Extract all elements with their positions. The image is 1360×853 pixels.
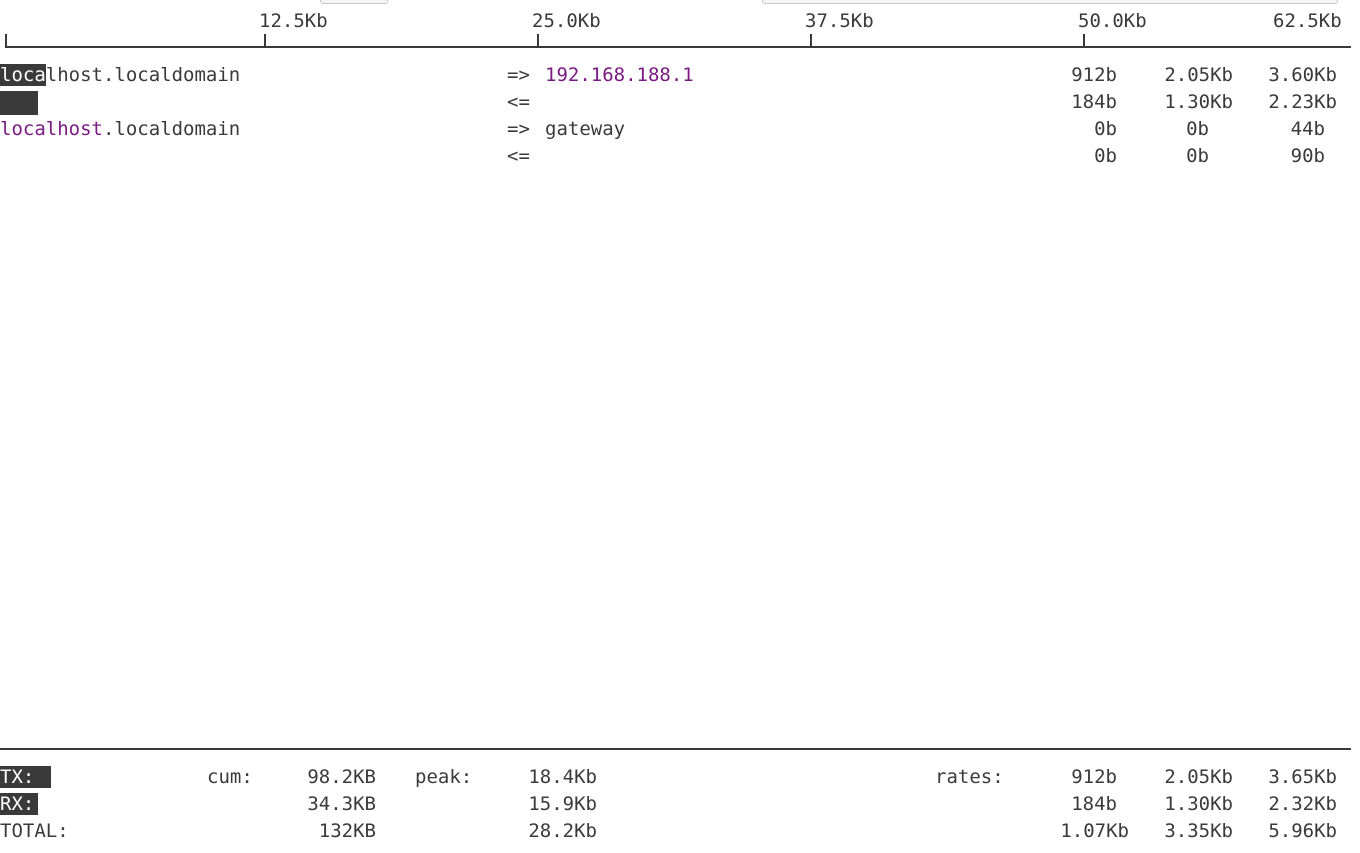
window-tab-edge-right — [762, 0, 1338, 4]
scale-axis-line — [5, 46, 1351, 48]
out-arrow: => — [507, 64, 530, 86]
scale-tick-mark — [537, 34, 539, 47]
out-arrow: => — [507, 118, 530, 140]
source-host: localhost.localdomain — [0, 118, 241, 140]
rx-rate-40s: 2.32Kb — [1268, 793, 1337, 815]
rx-cum-value: 34.3KB — [307, 793, 376, 815]
rx-rate-10s: 1.30Kb — [1164, 793, 1233, 815]
cum-label: cum: — [207, 766, 253, 788]
scale-tick-mark — [1083, 34, 1085, 47]
total-rate-2s: 1.07Kb — [1060, 820, 1129, 842]
in-arrow: <= — [507, 91, 530, 113]
total-cum-value: 132KB — [318, 820, 376, 842]
total-rate-40s: 5.96Kb — [1268, 820, 1337, 842]
rate-10s: 0b — [1186, 118, 1209, 140]
scale-tick-label: 50.0Kb — [1078, 10, 1147, 32]
tx-cum-value: 98.2KB — [307, 766, 376, 788]
rate-2s: 0b — [1094, 145, 1117, 167]
total-peak-value: 28.2Kb — [528, 820, 597, 842]
scale-tick-label: 62.5Kb — [1273, 10, 1342, 32]
scale-tick-mark — [264, 34, 266, 47]
in-arrow: <= — [507, 145, 530, 167]
total-label: TOTAL: — [0, 820, 69, 842]
dest-host: gateway — [545, 118, 626, 140]
rate-40s: 44b — [1290, 118, 1325, 140]
window-tab-edge-left — [320, 0, 388, 4]
tx-rate-10s: 2.05Kb — [1164, 766, 1233, 788]
dest-host: 192.168.188.1 — [545, 64, 694, 86]
rate-40s: 90b — [1290, 145, 1325, 167]
rx-rate-2s: 184b — [1071, 793, 1117, 815]
rate-2s: 912b — [1071, 64, 1117, 86]
source-host: localhost.localdomain — [0, 64, 241, 86]
scale-tick-label: 25.0Kb — [532, 10, 601, 32]
total-rate-10s: 3.35Kb — [1164, 820, 1233, 842]
tx-rate-40s: 3.65Kb — [1268, 766, 1337, 788]
rate-2s: 0b — [1094, 118, 1117, 140]
scale-tick-mark — [5, 34, 7, 47]
tx-peak-value: 18.4Kb — [528, 766, 597, 788]
scale-tick-label: 37.5Kb — [805, 10, 874, 32]
tx-rate-2s: 912b — [1071, 766, 1117, 788]
rate-40s: 3.60Kb — [1268, 64, 1337, 86]
totals-divider — [0, 748, 1351, 750]
tx-label: TX: — [0, 766, 51, 788]
rate-40s: 2.23Kb — [1268, 91, 1337, 113]
rate-10s: 1.30Kb — [1164, 91, 1233, 113]
scale-tick-label: 12.5Kb — [259, 10, 328, 32]
rx-label: RX: — [0, 793, 38, 815]
peak-label: peak: — [415, 766, 473, 788]
rx-peak-value: 15.9Kb — [528, 793, 597, 815]
rate-10s: 0b — [1186, 145, 1209, 167]
rate-2s: 184b — [1071, 91, 1117, 113]
cursor-block — [0, 91, 38, 115]
rates-label: rates: — [935, 766, 1004, 788]
cursor-selection: loca — [0, 64, 46, 86]
scale-tick-mark — [810, 34, 812, 47]
rate-10s: 2.05Kb — [1164, 64, 1233, 86]
